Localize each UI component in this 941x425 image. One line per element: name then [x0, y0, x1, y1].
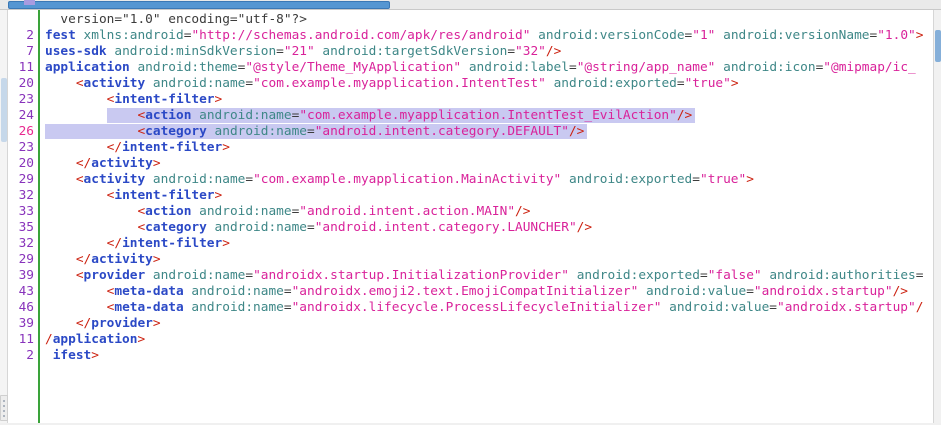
line-number[interactable]: 39: [8, 268, 34, 284]
code-line[interactable]: <category android:name="android.intent.c…: [45, 220, 933, 236]
selection-highlight: <action android:name="com.example.myappl…: [107, 108, 696, 123]
line-number[interactable]: 32: [8, 188, 34, 204]
code-line[interactable]: <meta-data android:name="androidx.lifecy…: [45, 300, 933, 316]
code-line[interactable]: </provider>: [45, 316, 933, 332]
code-line[interactable]: /application>: [45, 332, 933, 348]
code-line[interactable]: application android:theme="@style/Theme_…: [45, 60, 933, 76]
left-scrollbar-grip[interactable]: [0, 395, 8, 421]
code-line[interactable]: </activity>: [45, 252, 933, 268]
code-line[interactable]: ifest>: [45, 348, 933, 364]
code-line[interactable]: <category android:name="android.intent.c…: [45, 124, 933, 140]
code-line[interactable]: uses-sdk android:minSdkVersion="21" andr…: [45, 44, 933, 60]
line-number[interactable]: 11: [8, 60, 34, 76]
code-line[interactable]: </intent-filter>: [45, 140, 933, 156]
code-area[interactable]: version="1.0" encoding="utf-8"?>fest xml…: [40, 12, 933, 425]
code-line[interactable]: <meta-data android:name="androidx.emoji2…: [45, 284, 933, 300]
line-number[interactable]: 23: [8, 140, 34, 156]
line-number[interactable]: 43: [8, 284, 34, 300]
code-line[interactable]: <intent-filter>: [45, 188, 933, 204]
line-number[interactable]: 23: [8, 92, 34, 108]
line-number[interactable]: 20: [8, 76, 34, 92]
line-number[interactable]: 29: [8, 172, 34, 188]
vertical-scrollbar-left[interactable]: [0, 10, 8, 425]
line-number[interactable]: 7: [8, 44, 34, 60]
line-number[interactable]: 46: [8, 300, 34, 316]
line-number[interactable]: 20: [8, 156, 34, 172]
code-editor[interactable]: 271120232426232029323335322939434639112 …: [8, 10, 933, 425]
code-line[interactable]: version="1.0" encoding="utf-8"?>: [45, 12, 933, 28]
vertical-scrollbar-right[interactable]: [933, 10, 941, 425]
editor-main: 271120232426232029323335322939434639112 …: [0, 10, 941, 425]
line-number[interactable]: 2: [8, 28, 34, 44]
line-number[interactable]: 35: [8, 220, 34, 236]
line-number[interactable]: 2: [8, 348, 34, 364]
code-line[interactable]: <activity android:name="com.example.myap…: [45, 172, 933, 188]
line-number[interactable]: 32: [8, 236, 34, 252]
code-line[interactable]: <action android:name="com.example.myappl…: [45, 108, 933, 124]
line-number[interactable]: 11: [8, 332, 34, 348]
code-line[interactable]: fest xmlns:android="http://schemas.andro…: [45, 28, 933, 44]
code-line[interactable]: <provider android:name="androidx.startup…: [45, 268, 933, 284]
line-number[interactable]: 33: [8, 204, 34, 220]
horizontal-scrollbar-thumb[interactable]: [8, 1, 390, 9]
horizontal-scrollbar[interactable]: [0, 0, 941, 10]
code-line[interactable]: <intent-filter>: [45, 92, 933, 108]
line-number[interactable]: 26: [8, 124, 34, 140]
right-scrollbar-thumb[interactable]: [935, 30, 941, 62]
xml-editor-window: 271120232426232029323335322939434639112 …: [0, 0, 941, 425]
code-line[interactable]: <activity android:name="com.example.myap…: [45, 76, 933, 92]
line-number[interactable]: 39: [8, 316, 34, 332]
tab-indicator: [24, 0, 35, 5]
selection-highlight: <category android:name="android.intent.c…: [45, 124, 587, 139]
line-number[interactable]: 29: [8, 252, 34, 268]
code-line[interactable]: </intent-filter>: [45, 236, 933, 252]
code-line[interactable]: </activity>: [45, 156, 933, 172]
left-scrollbar-marker: [1, 78, 7, 142]
code-line[interactable]: <action android:name="android.intent.act…: [45, 204, 933, 220]
line-number[interactable]: 24: [8, 108, 34, 124]
line-number[interactable]: [8, 12, 34, 28]
gutter[interactable]: 271120232426232029323335322939434639112: [8, 12, 38, 425]
